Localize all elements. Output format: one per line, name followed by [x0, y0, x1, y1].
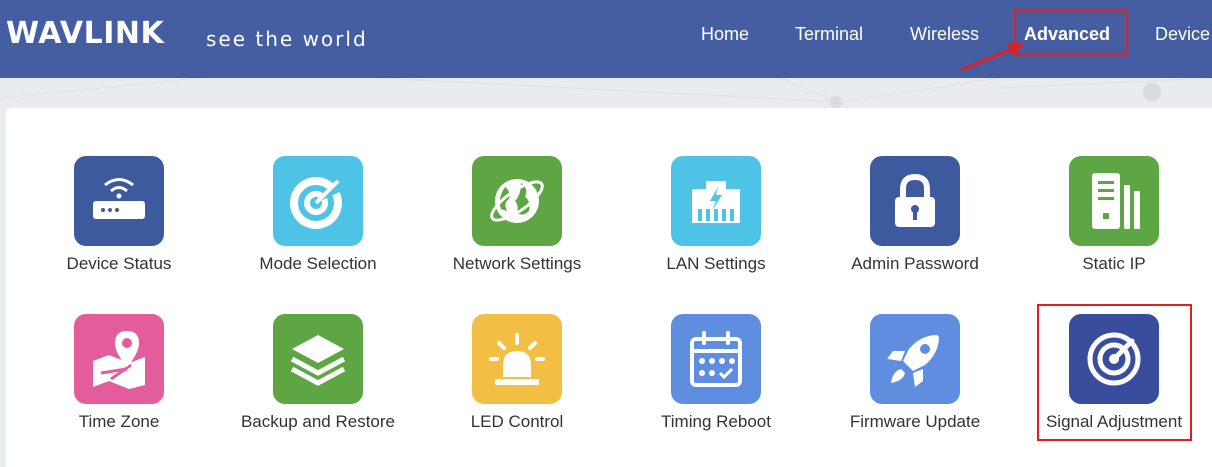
- nav-home[interactable]: Home: [701, 22, 749, 46]
- tile-signal-adjustment[interactable]: Signal Adjustment: [1019, 314, 1209, 454]
- tile-admin-password[interactable]: Admin Password: [820, 156, 1010, 296]
- tile-lan-settings[interactable]: LAN Settings: [621, 156, 811, 296]
- tile-mode-selection[interactable]: Mode Selection: [223, 156, 413, 296]
- wavlink-logo[interactable]: WAVLINK: [6, 18, 164, 50]
- tile-static-ip[interactable]: Static IP: [1019, 156, 1209, 296]
- alarm-light-icon: [472, 314, 562, 404]
- nav-device[interactable]: Device: [1155, 22, 1210, 46]
- tile-label: Static IP: [1082, 254, 1146, 273]
- tile-backup-and-restore[interactable]: Backup and Restore: [223, 314, 413, 454]
- target-icon: [273, 156, 363, 246]
- router-icon: [74, 156, 164, 246]
- server-icon: [1069, 156, 1159, 246]
- tile-label: Firmware Update: [849, 412, 981, 431]
- tile-label: Time Zone: [78, 412, 160, 431]
- tile-led-control[interactable]: LED Control: [422, 314, 612, 454]
- ethernet-port-icon: [671, 156, 761, 246]
- tile-label: Timing Reboot: [661, 412, 771, 431]
- tile-time-zone[interactable]: Time Zone: [24, 314, 214, 454]
- tile-device-status[interactable]: Device Status: [24, 156, 214, 296]
- rocket-icon: [870, 314, 960, 404]
- tagline: see the world: [206, 27, 368, 51]
- calendar-icon: [671, 314, 761, 404]
- tile-label: Admin Password: [851, 254, 979, 273]
- gauge-icon: [1069, 314, 1159, 404]
- tile-label: Device Status: [66, 254, 172, 273]
- top-header: WAVLINK see the world Home Terminal Wire…: [0, 0, 1212, 78]
- advanced-settings-panel: Device Status Mode Selection Network Set: [5, 108, 1212, 467]
- layers-icon: [273, 314, 363, 404]
- tile-label: Signal Adjustment: [1045, 412, 1183, 431]
- tile-network-settings[interactable]: Network Settings: [422, 156, 612, 296]
- nav-wireless[interactable]: Wireless: [910, 22, 979, 46]
- tile-label: LAN Settings: [666, 254, 766, 273]
- globe-icon: [472, 156, 562, 246]
- nav-terminal[interactable]: Terminal: [795, 22, 863, 46]
- tile-label: LED Control: [470, 412, 564, 431]
- tile-label: Network Settings: [452, 254, 582, 273]
- lock-icon: [870, 156, 960, 246]
- tile-label: Mode Selection: [259, 254, 377, 273]
- tile-timing-reboot[interactable]: Timing Reboot: [621, 314, 811, 454]
- tile-label: Backup and Restore: [240, 412, 396, 431]
- tile-firmware-update[interactable]: Firmware Update: [820, 314, 1010, 454]
- map-pin-icon: [74, 314, 164, 404]
- nav-advanced[interactable]: Advanced: [1024, 22, 1110, 46]
